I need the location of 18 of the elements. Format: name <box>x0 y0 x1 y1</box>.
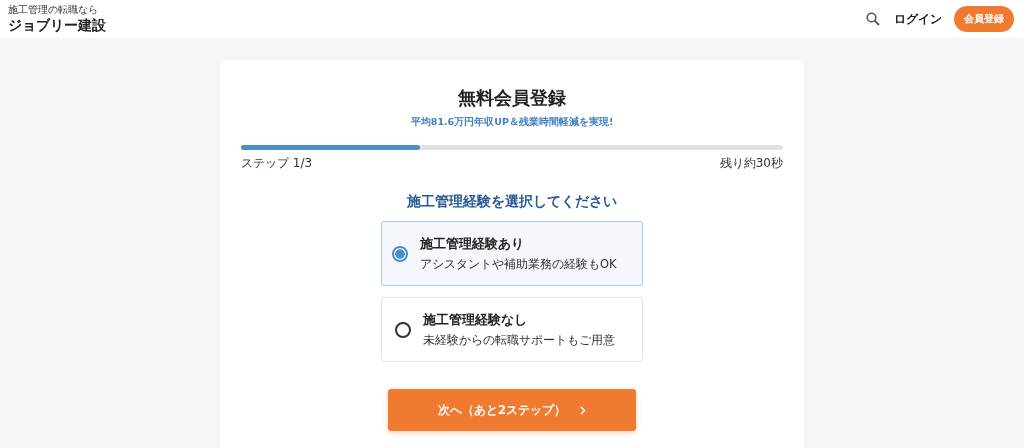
option-label: 施工管理経験なし <box>423 311 528 329</box>
question: 施工管理経験を選択してください <box>407 193 617 211</box>
step-label: ステップ 1/3 <box>241 156 313 171</box>
radio-button[interactable] <box>392 245 408 262</box>
option-description: 未経験からの転職サポートもご用意 <box>423 332 615 348</box>
site-logo[interactable]: ジョブリー建設 <box>8 16 106 34</box>
option-card[interactable]: 施工管理経験あり アシスタントや補助業務の経験もOK <box>381 221 643 286</box>
option-description: アシスタントや補助業務の経験もOK <box>420 256 617 272</box>
option-card[interactable]: 施工管理経験なし 未経験からの転職サポートもご用意 <box>381 297 643 362</box>
login-link[interactable]: ログイン <box>894 10 942 28</box>
option-label: 施工管理経験あり <box>420 235 525 253</box>
tagline: 施工管理の転職なら <box>8 4 99 16</box>
radio-button[interactable] <box>395 321 411 338</box>
time-remaining: 残り約30秒 <box>719 156 783 171</box>
chevron-icon <box>580 405 586 415</box>
subtitle: 平均81.6万円年収UP＆残業時間軽減を実現! <box>410 116 614 129</box>
card-title: 無料会員登録 <box>458 86 566 110</box>
search-icon[interactable] <box>866 12 880 26</box>
